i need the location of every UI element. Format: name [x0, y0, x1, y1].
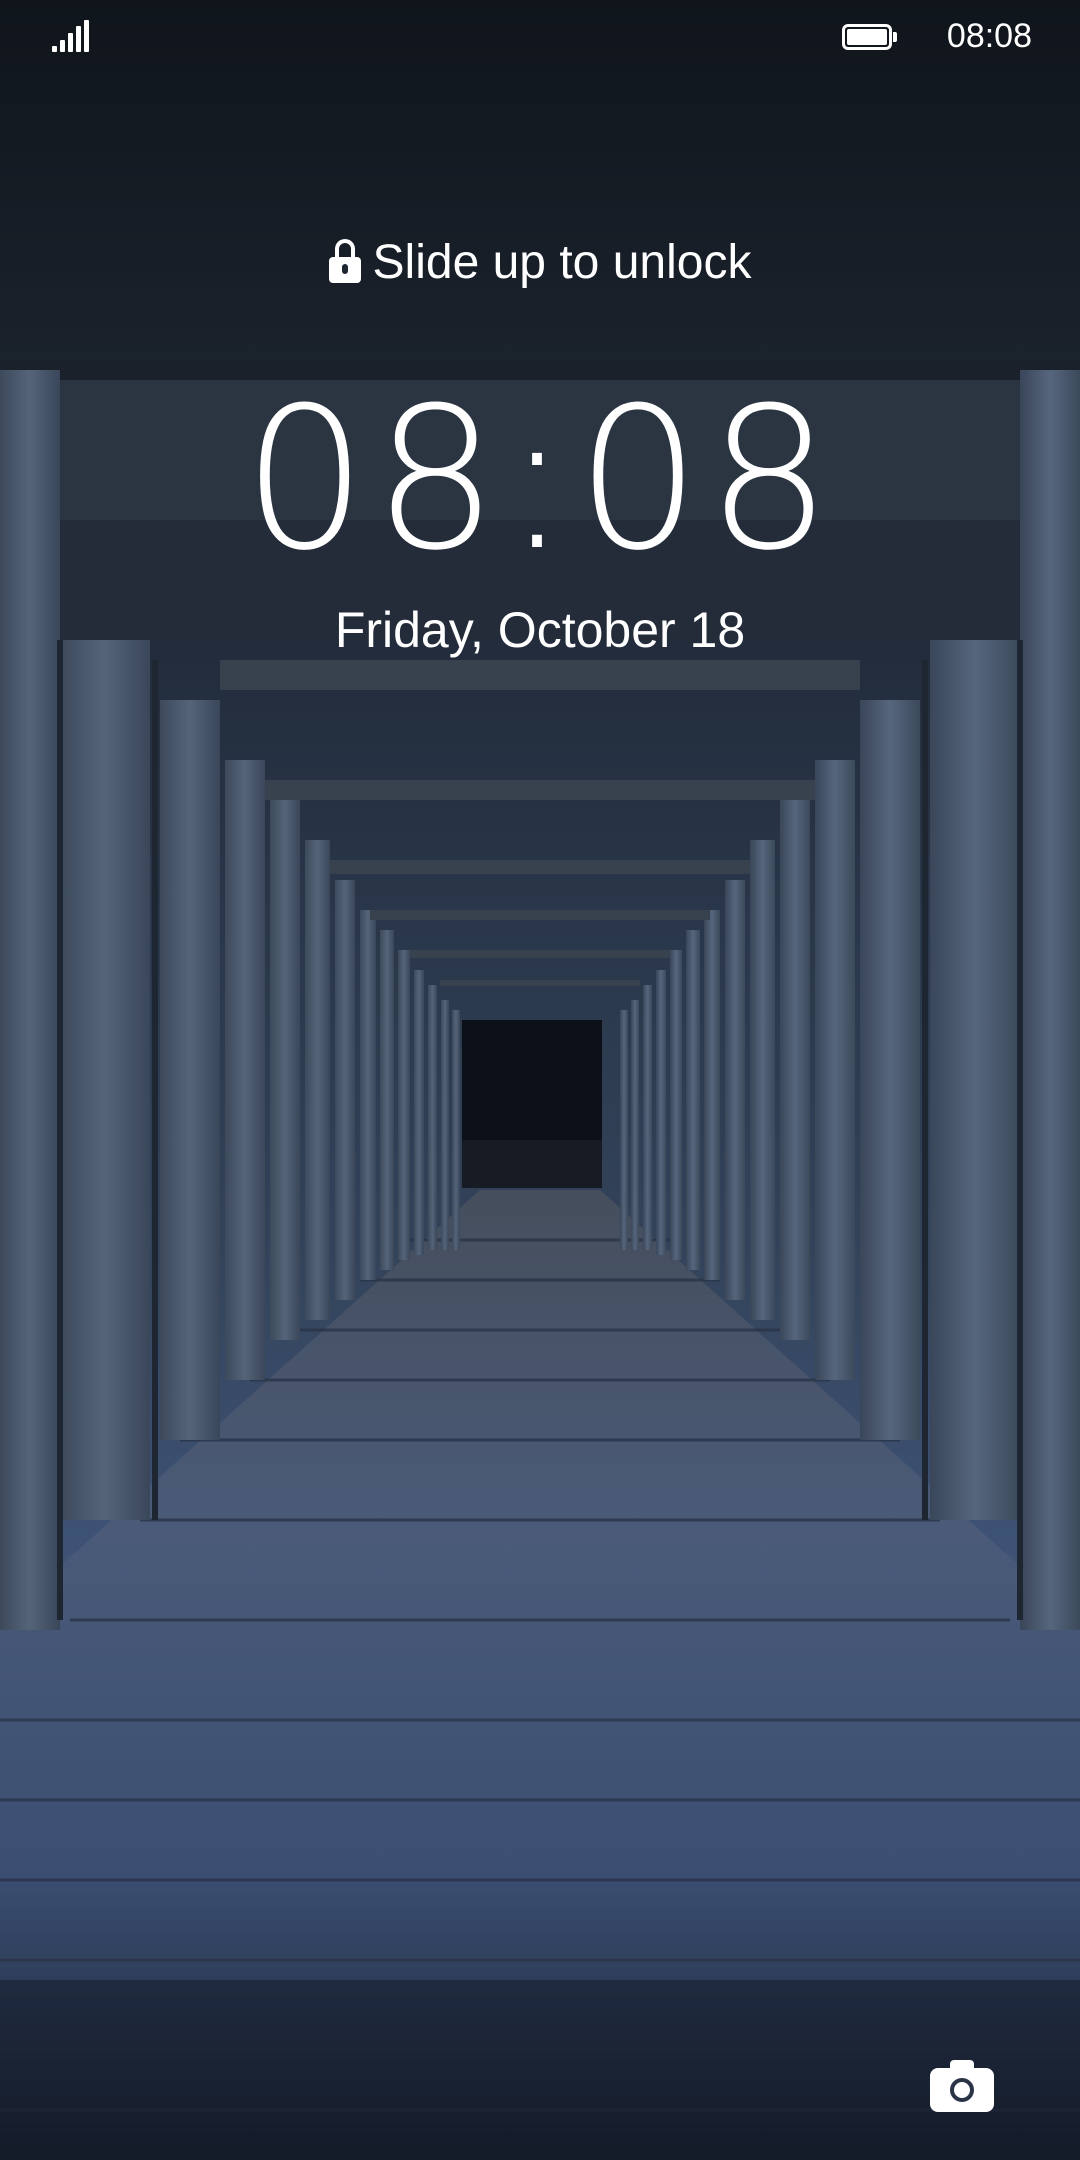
lock-clock: 08:08 [242, 366, 838, 594]
wallpaper-image [0, 0, 1080, 2160]
lock-screen[interactable]: 08:08 Slide up to unlock 08:08 Friday, O… [0, 0, 1080, 2160]
status-bar: 08:08 [0, 0, 1080, 72]
unlock-hint-text: Slide up to unlock [372, 235, 752, 289]
camera-icon [950, 2078, 974, 2102]
unlock-hint[interactable]: Slide up to unlock [0, 232, 1080, 292]
lock-date: Friday, October 18 [334, 602, 746, 658]
battery-full-icon [842, 24, 898, 50]
status-time: 08:08 [946, 17, 1032, 55]
signal-bars-icon [52, 20, 92, 52]
camera-shortcut-button[interactable] [930, 2060, 994, 2112]
padlock-icon [328, 239, 361, 285]
